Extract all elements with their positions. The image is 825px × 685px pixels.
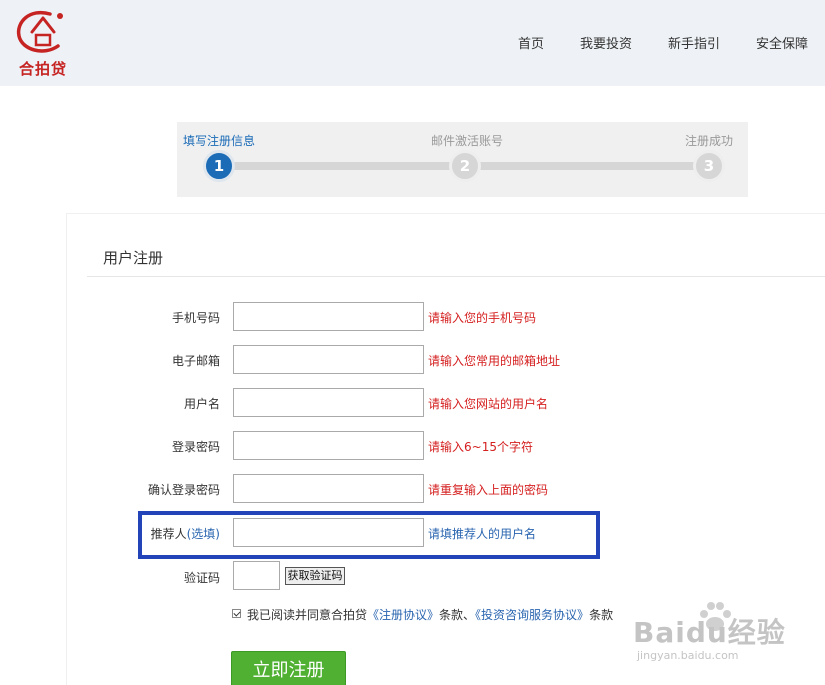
captcha-input[interactable] — [233, 561, 280, 590]
phone-input[interactable] — [233, 302, 424, 331]
service-agreement-link[interactable]: 《投资咨询服务协议》 — [475, 608, 589, 622]
site-logo[interactable]: 合拍贷 — [10, 8, 76, 80]
step-2-label: 邮件激活账号 — [431, 134, 504, 148]
step-1-circle: 1 — [203, 150, 235, 182]
confirm-password-input[interactable] — [233, 474, 424, 503]
baidu-watermark: Baidu经验 jingyan.baidu.com — [633, 597, 823, 667]
referrer-hint: 请填推荐人的用户名 — [428, 527, 537, 541]
username-input[interactable] — [233, 388, 424, 417]
password-input[interactable] — [233, 431, 424, 460]
agreement-checkbox[interactable] — [232, 609, 241, 618]
agreement-prefix: 我已阅读并同意合拍贷 — [247, 608, 368, 622]
email-input[interactable] — [233, 345, 424, 374]
referrer-input[interactable] — [233, 518, 424, 547]
step-3-label: 注册成功 — [685, 134, 734, 148]
agreement-text: 我已阅读并同意合拍贷《注册协议》条款、《投资咨询服务协议》条款 — [247, 606, 613, 623]
panel-divider — [87, 276, 825, 277]
agreement-suffix: 条款 — [589, 608, 614, 622]
nav-home[interactable]: 首页 — [518, 33, 544, 52]
nav-invest[interactable]: 我要投资 — [580, 33, 632, 52]
nav-guide[interactable]: 新手指引 — [668, 33, 720, 52]
logo-emblem-icon — [16, 10, 63, 53]
confirm-password-hint: 请重复输入上面的密码 — [428, 483, 549, 497]
site-header: 合拍贷 首页 我要投资 新手指引 安全保障 — [0, 0, 825, 86]
phone-hint: 请输入您的手机号码 — [428, 311, 537, 325]
captcha-label: 验证码 — [183, 571, 220, 585]
phone-label: 手机号码 — [171, 311, 220, 325]
step-3-circle: 3 — [693, 150, 725, 182]
get-code-button[interactable]: 获取验证码 — [285, 567, 345, 585]
confirm-password-label: 确认登录密码 — [147, 483, 220, 497]
watermark-brand: Baidu经验 — [633, 616, 786, 649]
agreement-middle: 条款、 — [439, 608, 476, 622]
step-2-circle: 2 — [449, 150, 481, 182]
username-label: 用户名 — [183, 397, 220, 411]
panel-title: 用户注册 — [103, 249, 164, 267]
logo-text: 合拍贷 — [18, 60, 67, 78]
username-hint: 请输入您网站的用户名 — [428, 397, 549, 411]
step-1-label: 填写注册信息 — [183, 134, 256, 148]
password-hint: 请输入6~15个字符 — [428, 440, 533, 454]
email-hint: 请输入您常用的邮箱地址 — [428, 354, 561, 368]
referrer-label-text: 推荐人 — [150, 527, 187, 541]
register-agreement-link[interactable]: 《注册协议》 — [367, 608, 439, 622]
password-label: 登录密码 — [171, 440, 220, 454]
nav-security[interactable]: 安全保障 — [756, 33, 808, 52]
watermark-url: jingyan.baidu.com — [637, 649, 739, 662]
email-label: 电子邮箱 — [171, 354, 220, 368]
referrer-optional-tag: (选填) — [186, 527, 220, 541]
referrer-label: 推荐人(选填) — [65, 525, 220, 542]
registration-steps: 填写注册信息 邮件激活账号 注册成功 1 2 3 — [177, 122, 748, 197]
register-submit-button[interactable]: 立即注册 — [231, 651, 346, 685]
